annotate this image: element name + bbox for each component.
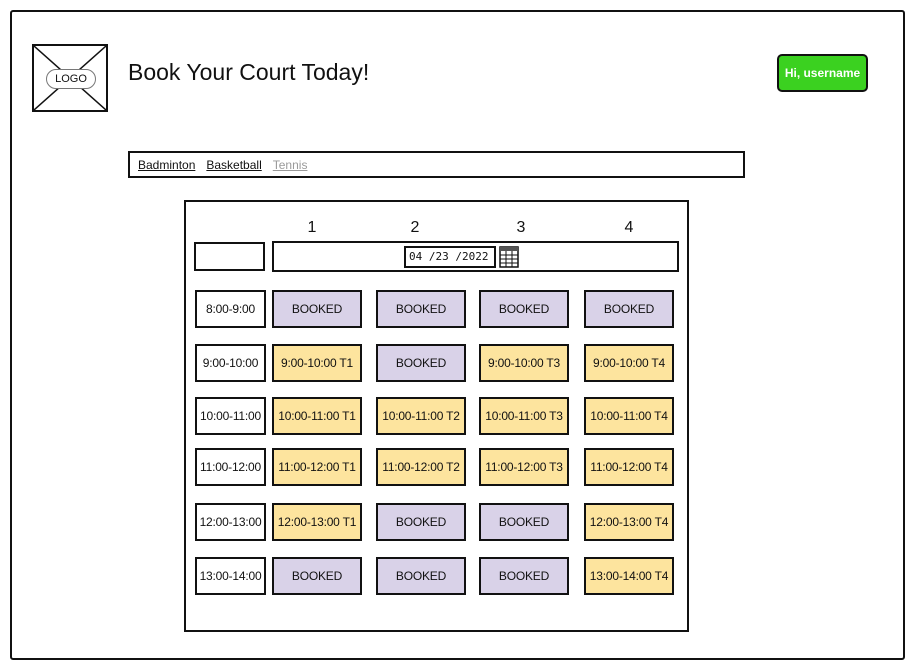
time-slot-label: 8:00-9:00 [195, 290, 266, 328]
logo-label: LOGO [46, 69, 96, 89]
time-slot-label: 13:00-14:00 [195, 557, 266, 595]
calendar-icon[interactable] [499, 246, 519, 268]
sport-tab-bar: Badminton Basketball Tennis [128, 151, 745, 178]
booked-slot: BOOKED [272, 290, 362, 328]
booked-slot: BOOKED [376, 344, 466, 382]
booked-slot: BOOKED [584, 290, 674, 328]
page-title: Book Your Court Today! [128, 59, 370, 85]
available-slot-button[interactable]: 10:00-11:00 T3 [479, 397, 569, 435]
available-slot-button[interactable]: 11:00-12:00 T4 [584, 448, 674, 486]
court-header-1: 1 [307, 219, 317, 236]
tab-tennis[interactable]: Tennis [273, 158, 308, 172]
schedule-corner-cell [194, 242, 265, 271]
available-slot-button[interactable]: 9:00-10:00 T1 [272, 344, 362, 382]
tab-badminton[interactable]: Badminton [138, 158, 195, 172]
booked-slot: BOOKED [376, 503, 466, 541]
available-slot-button[interactable]: 9:00-10:00 T3 [479, 344, 569, 382]
booked-slot: BOOKED [479, 290, 569, 328]
available-slot-button[interactable]: 10:00-11:00 T4 [584, 397, 674, 435]
court-header-4: 4 [624, 219, 634, 236]
court-header-2: 2 [410, 219, 420, 236]
tab-basketball[interactable]: Basketball [206, 158, 261, 172]
booked-slot: BOOKED [479, 557, 569, 595]
available-slot-button[interactable]: 12:00-13:00 T1 [272, 503, 362, 541]
available-slot-button[interactable]: 10:00-11:00 T2 [376, 397, 466, 435]
available-slot-button[interactable]: 11:00-12:00 T3 [479, 448, 569, 486]
booked-slot: BOOKED [272, 557, 362, 595]
time-slot-label: 12:00-13:00 [195, 503, 266, 541]
available-slot-button[interactable]: 10:00-11:00 T1 [272, 397, 362, 435]
user-greeting-button[interactable]: Hi, username [777, 54, 868, 92]
available-slot-button[interactable]: 11:00-12:00 T1 [272, 448, 362, 486]
booked-slot: BOOKED [479, 503, 569, 541]
booked-slot: BOOKED [376, 290, 466, 328]
time-slot-label: 10:00-11:00 [195, 397, 266, 435]
available-slot-button[interactable]: 11:00-12:00 T2 [376, 448, 466, 486]
date-field[interactable]: 04 /23 /2022 [404, 246, 496, 268]
court-header-3: 3 [516, 219, 526, 236]
available-slot-button[interactable]: 12:00-13:00 T4 [584, 503, 674, 541]
time-slot-label: 9:00-10:00 [195, 344, 266, 382]
booked-slot: BOOKED [376, 557, 466, 595]
logo-placeholder-icon: LOGO [32, 44, 108, 112]
available-slot-button[interactable]: 13:00-14:00 T4 [584, 557, 674, 595]
time-slot-label: 11:00-12:00 [195, 448, 266, 486]
available-slot-button[interactable]: 9:00-10:00 T4 [584, 344, 674, 382]
